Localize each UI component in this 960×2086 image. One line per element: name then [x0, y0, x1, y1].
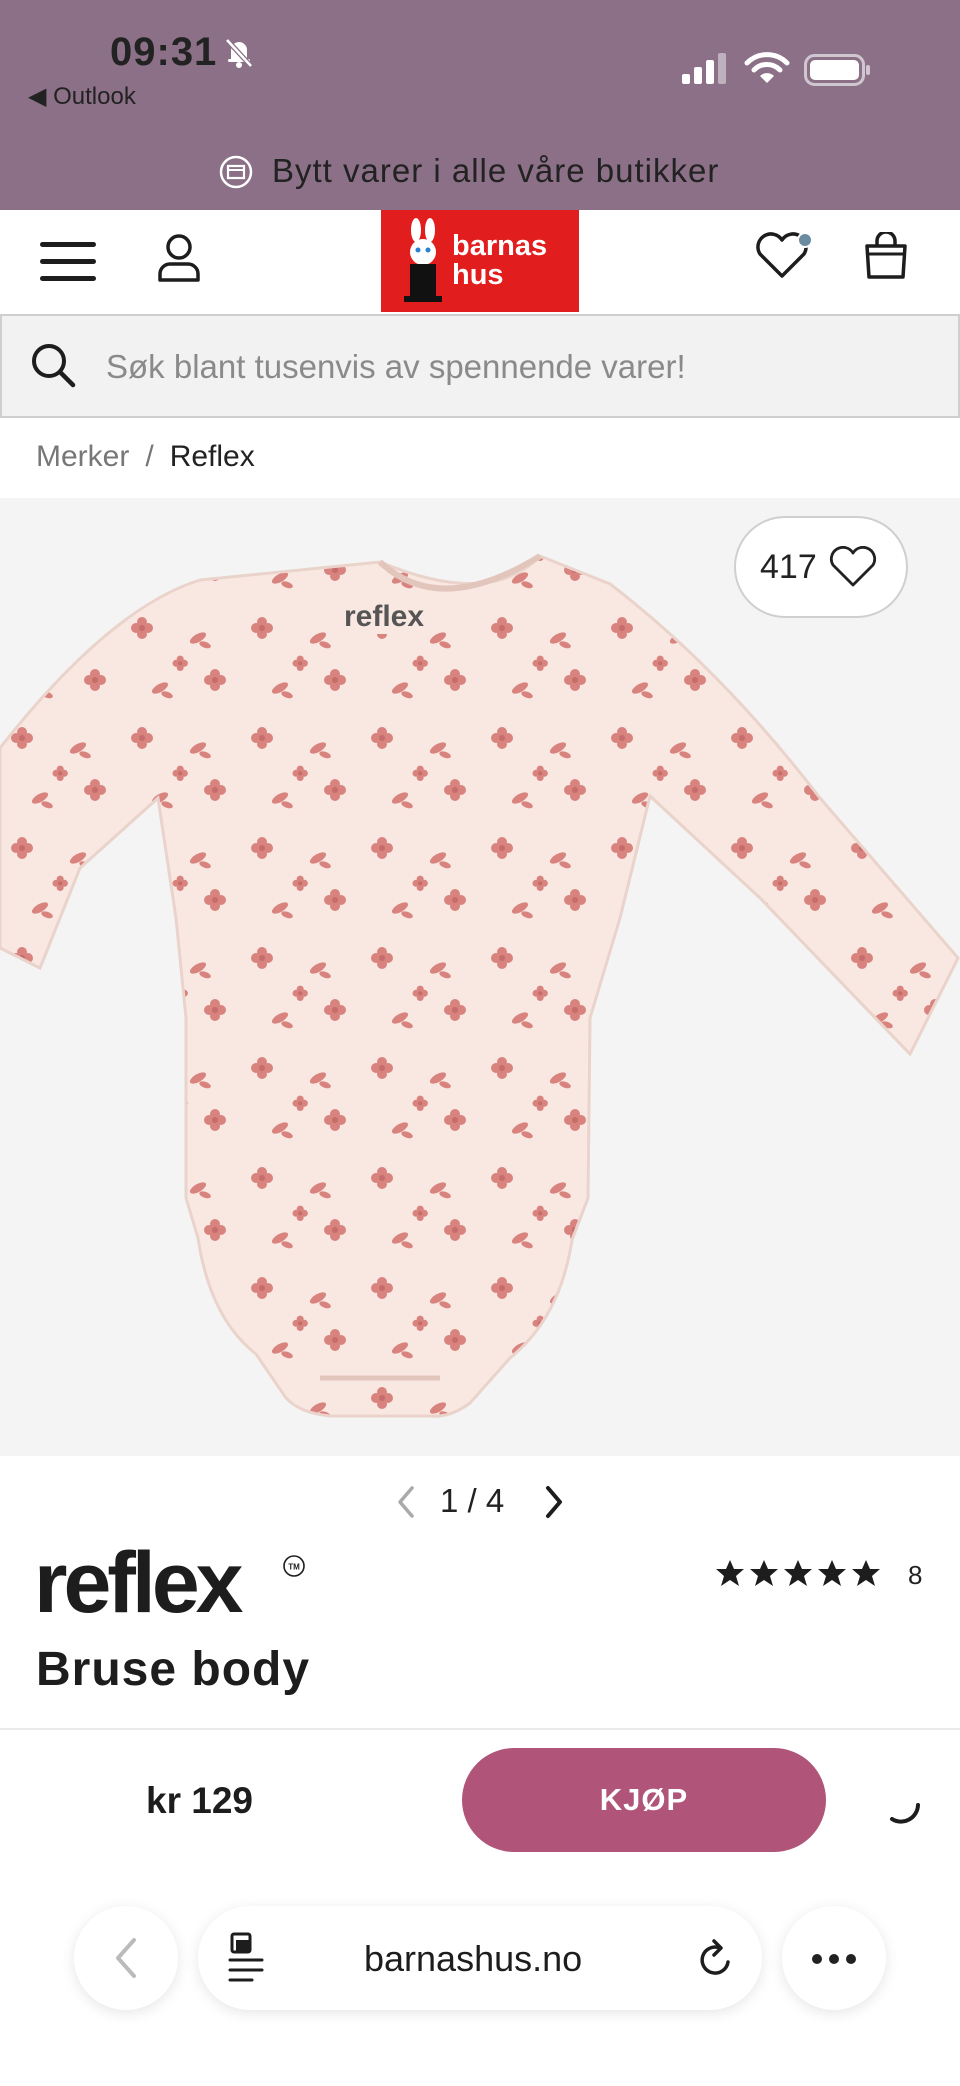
garment-label-text: reflex: [344, 600, 424, 633]
menu-icon[interactable]: [40, 240, 96, 284]
brand-name[interactable]: reflex: [34, 1538, 243, 1628]
star-icon: [750, 1560, 778, 1586]
loading-spinner-icon: [890, 1803, 920, 1824]
star-icon: [784, 1560, 812, 1586]
chevron-left-icon[interactable]: [394, 1484, 418, 1520]
divider: [0, 1728, 960, 1730]
product-image: reflex: [0, 553, 960, 1418]
star-icon: [852, 1560, 880, 1586]
promo-text: Bytt varer i alle våre butikker: [272, 152, 720, 189]
back-icon: [116, 1938, 136, 1978]
more-icon-dot: [829, 1954, 839, 1964]
reload-icon[interactable]: [696, 1936, 736, 1980]
battery-icon: [804, 54, 870, 86]
breadcrumb: Merker / Reflex: [36, 440, 255, 474]
product-price: kr 129: [146, 1780, 253, 1821]
exchange-icon: [219, 155, 253, 189]
svg-text:TM: TM: [288, 1563, 300, 1572]
browser-back-button[interactable]: [74, 1906, 178, 2010]
reader-icon[interactable]: [228, 1930, 268, 1986]
like-count: 417: [760, 548, 817, 586]
bag-icon[interactable]: [862, 232, 910, 280]
logo-line2: hus: [452, 259, 504, 291]
breadcrumb-item-merker[interactable]: Merker: [36, 440, 129, 473]
heart-outline-icon: [829, 546, 877, 587]
product-title: Bruse body: [36, 1643, 311, 1696]
more-icon: [812, 1954, 822, 1964]
star-icon: [818, 1560, 846, 1586]
star-icon: [716, 1560, 744, 1586]
logo-line1: barnas: [452, 230, 548, 262]
search-icon[interactable]: [30, 342, 76, 388]
status-time: 09:31: [110, 30, 218, 74]
product-image-gallery[interactable]: reflex: [0, 498, 960, 1456]
more-options-button[interactable]: [782, 1906, 886, 2010]
review-count[interactable]: 8: [908, 1560, 922, 1591]
image-pager-counter: 1 / 4: [440, 1482, 505, 1519]
buy-button[interactable]: KJØP: [462, 1748, 826, 1852]
search-input[interactable]: Søk blant tusenvis av spennende varer!: [106, 348, 686, 386]
user-icon[interactable]: [156, 232, 202, 284]
breadcrumb-separator: /: [145, 440, 154, 473]
bunny-hat-logo-icon: [404, 218, 442, 302]
trademark-icon: TM: [283, 1555, 305, 1577]
bell-muted-icon: [225, 38, 253, 68]
rating-stars: [716, 1560, 880, 1586]
url-text[interactable]: barnashus.no: [364, 1938, 582, 1980]
wifi-icon: [744, 52, 790, 83]
chevron-right-icon[interactable]: [542, 1484, 566, 1520]
back-to-app-link[interactable]: ◀ Outlook: [28, 82, 136, 111]
cellular-signal-icon: [682, 53, 726, 84]
wishlist-badge-dot: [797, 232, 813, 248]
more-icon-dot: [846, 1954, 856, 1964]
logo-text: barnas hus: [452, 232, 547, 290]
breadcrumb-item-reflex[interactable]: Reflex: [170, 440, 255, 473]
